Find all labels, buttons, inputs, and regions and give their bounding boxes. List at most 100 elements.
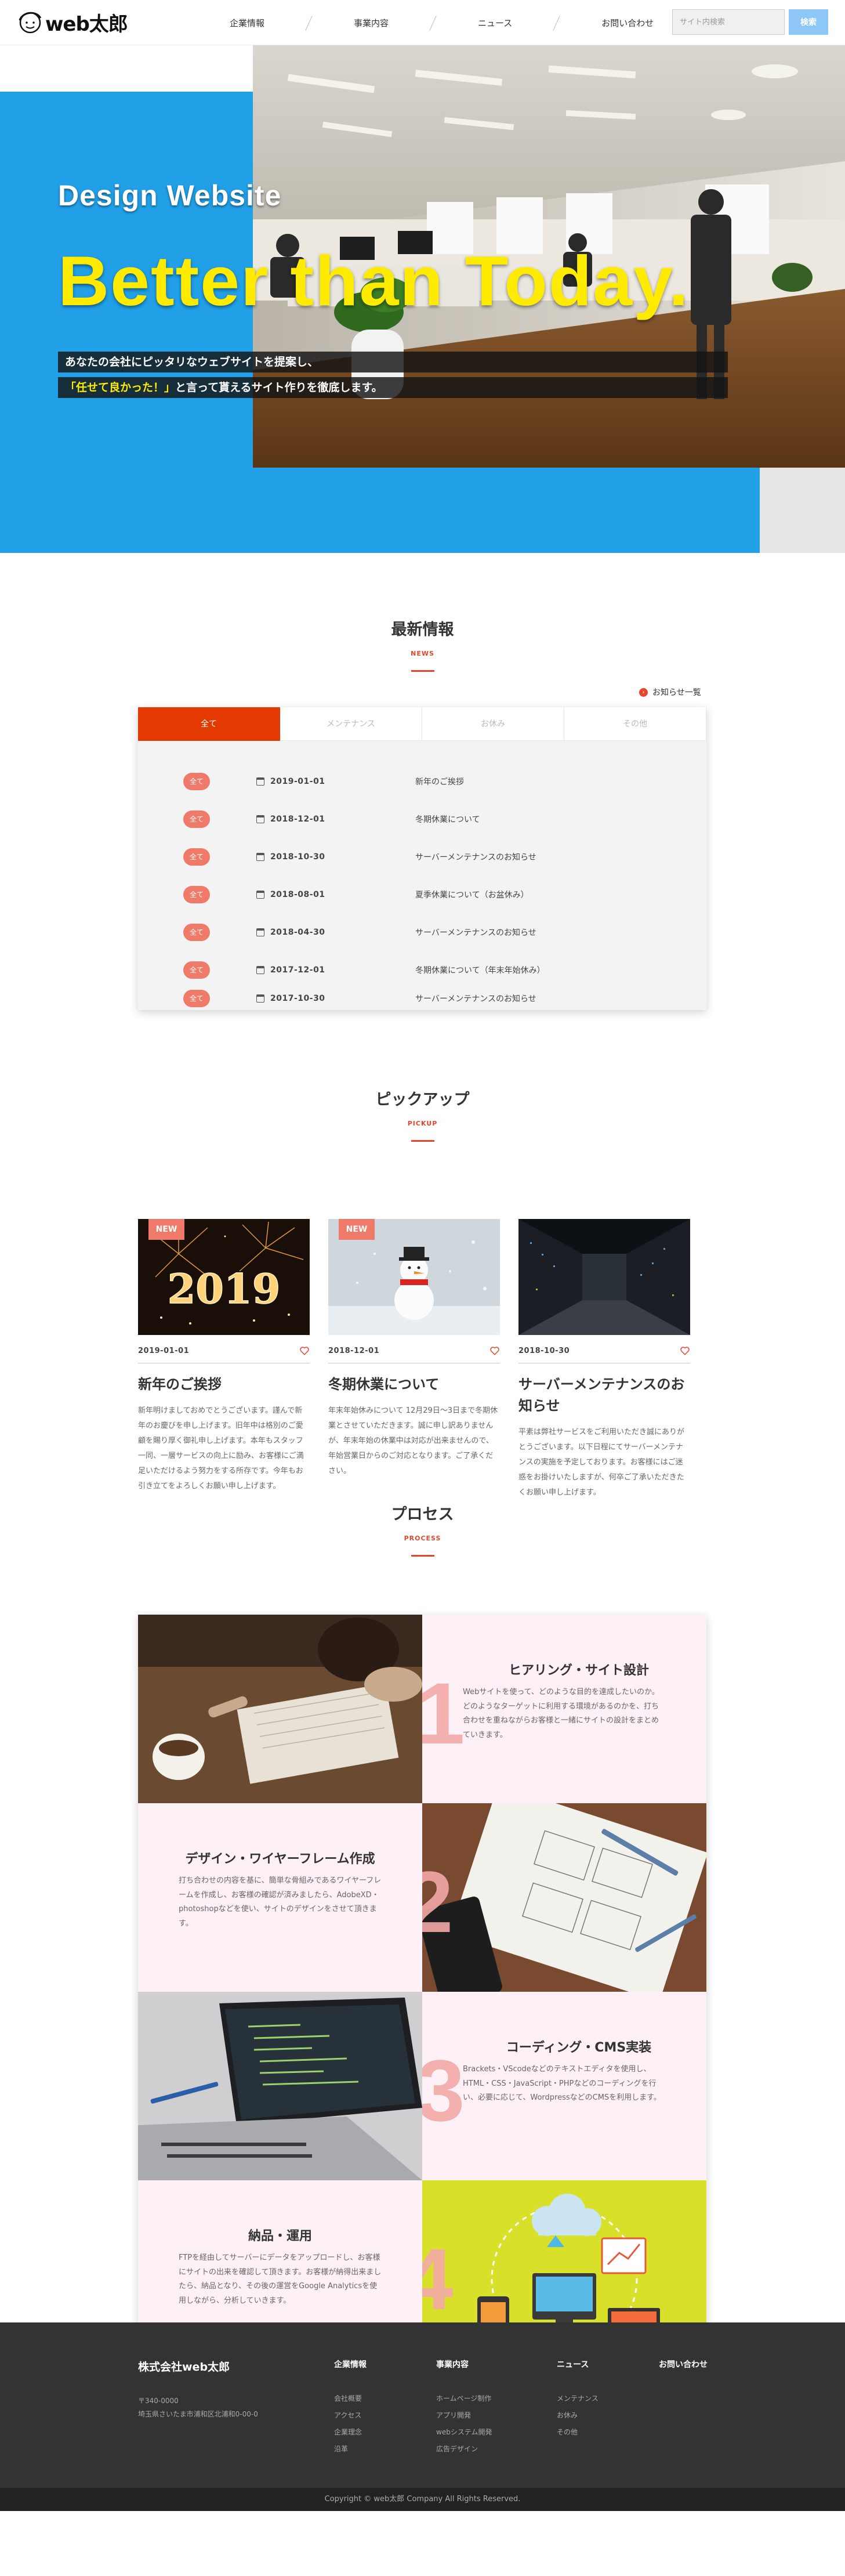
news-title: 最新情報 (391, 621, 454, 639)
footer-col-title[interactable]: ニュース (557, 2358, 599, 2370)
global-nav: 企業情報 事業内容 ニュース お問い合わせ (191, 0, 692, 45)
card-meta: 2019-01-01 (138, 1345, 310, 1356)
footer-col-title[interactable]: お問い合わせ (659, 2358, 708, 2370)
category-badge: 全て (183, 848, 210, 866)
news-item-title[interactable]: 新年のご挨拶 (415, 776, 464, 787)
footer-col-company: 企業情報 会社概要 アクセス 企業理念 沿革 (334, 2358, 367, 2454)
category-badge: 全て (183, 886, 210, 903)
footer-col-news: ニュース メンテナンス お休み その他 (557, 2358, 599, 2437)
nav-divider (303, 14, 315, 31)
calendar-icon (256, 966, 264, 974)
news-date: 2017-12-01 (270, 965, 325, 975)
news-item-title[interactable]: 冬期休業について（年末年始休み） (415, 964, 545, 976)
news-item[interactable]: 全て 2018-04-30 サーバーメンテナンスのお知らせ (138, 923, 706, 942)
laptop-code-photo (138, 1992, 422, 2180)
search-input[interactable] (672, 9, 785, 35)
calendar-icon (256, 928, 264, 936)
news-item-title[interactable]: サーバーメンテナンスのお知らせ (415, 993, 536, 1004)
footer-link[interactable]: アクセス (334, 2410, 367, 2420)
footer-col-contact: お問い合わせ (659, 2358, 708, 2370)
news-more-label: お知らせ一覧 (652, 688, 701, 697)
footer-link[interactable]: ホームページ制作 (436, 2393, 492, 2403)
hero-tagline-2: 「任せて良かった！」と言って貰えるサイト作りを徹底します。 (58, 377, 728, 398)
svg-text:2019: 2019 (168, 1265, 281, 1313)
server-room-image (518, 1219, 690, 1335)
tab-maintenance[interactable]: メンテナンス (280, 707, 422, 741)
footer-link[interactable]: 沿革 (334, 2444, 367, 2454)
step-text: Webサイトを使って、どのような目的を達成したいのか。どのようなターゲットに利用… (463, 1688, 659, 1740)
news-panel: 全て メンテナンス お休み その他 全て 2019-01-01 新年のご挨拶 全… (138, 707, 706, 1010)
card-title[interactable]: 冬期休業について (328, 1374, 500, 1395)
news-item[interactable]: 全て 2018-10-30 サーバーメンテナンスのお知らせ (138, 848, 706, 866)
footer-street: 埼玉県さいたま市浦和区北浦和0-00-0 (138, 2409, 258, 2418)
tab-holiday[interactable]: お休み (422, 707, 564, 741)
pickup-heading: ピックアップ PICKUP (0, 1087, 845, 1142)
category-badge: 全て (183, 961, 210, 979)
footer-link[interactable]: 企業理念 (334, 2427, 367, 2437)
news-item[interactable]: 全て 2018-12-01 冬期休業について (138, 810, 706, 828)
card-meta: 2018-12-01 (328, 1345, 500, 1356)
news-item[interactable]: 全て 2018-08-01 夏季休業について（お盆休み） (138, 885, 706, 904)
step-text: FTPを経由してサーバーにデータをアップロードし、お客様にサイトの出来を確認して… (179, 2253, 382, 2306)
news-date: 2019-01-01 (270, 777, 325, 786)
footer-address: 〒340-0000 埼玉県さいたま市浦和区北浦和0-00-0 (138, 2394, 258, 2421)
news-item-title[interactable]: 夏季休業について（お盆休み） (415, 889, 529, 900)
snowman-image: NEW (328, 1219, 500, 1335)
news-item-title[interactable]: サーバーメンテナンスのお知らせ (415, 851, 536, 863)
process-section: プロセス PROCESS 1 ヒアリング・サイト設計 Webサイトを使って、どの… (0, 1502, 845, 2369)
footer-link[interactable]: 会社概要 (334, 2393, 367, 2403)
news-date: 2018-12-01 (270, 815, 325, 824)
nav-company[interactable]: 企業情報 (191, 17, 303, 29)
tab-all[interactable]: 全て (138, 707, 280, 741)
news-subtitle: NEWS (411, 650, 434, 657)
search-button[interactable]: 検索 (789, 9, 828, 35)
pickup-underline (411, 1140, 434, 1142)
footer-link[interactable]: その他 (557, 2427, 599, 2437)
card-title[interactable]: サーバーメンテナンスのお知らせ (518, 1374, 690, 1417)
wireframe-notebook-photo: 2 (422, 1803, 706, 1992)
news-section: 最新情報 NEWS › お知らせ一覧 全て メンテナンス お休み その他 全て 2… (0, 553, 845, 1087)
footer-link[interactable]: 広告デザイン (436, 2444, 492, 2454)
card-date: 2019-01-01 (138, 1346, 190, 1355)
news-item[interactable]: 全て 2019-01-01 新年のご挨拶 (138, 772, 706, 791)
news-tabs: 全て メンテナンス お休み その他 (138, 707, 706, 741)
footer-postal: 〒340-0000 (138, 2397, 179, 2405)
card-title[interactable]: 新年のご挨拶 (138, 1374, 310, 1395)
nav-divider (550, 14, 563, 31)
step-title: ヒアリング・サイト設計 (508, 1663, 649, 1678)
news-item[interactable]: 全て 2017-10-30 サーバーメンテナンスのお知らせ (138, 989, 706, 1008)
calendar-icon (256, 853, 264, 861)
nav-divider (427, 14, 440, 31)
process-underline (411, 1555, 434, 1557)
meeting-photo (138, 1615, 422, 1803)
footer-link[interactable]: メンテナンス (557, 2393, 599, 2403)
news-date: 2018-08-01 (270, 890, 325, 899)
heart-icon[interactable] (299, 1345, 310, 1356)
news-more-link[interactable]: › お知らせ一覧 (639, 686, 701, 698)
footer-link[interactable]: お休み (557, 2410, 599, 2420)
news-date: 2017-10-30 (270, 994, 325, 1003)
heart-icon[interactable] (489, 1345, 500, 1356)
footer-company-name: 株式会社web太郎 (138, 2361, 230, 2374)
pickup-card[interactable]: 2019 NEW 2019-01-01 新年のご挨拶 新年明けましておめでとうご… (138, 1219, 310, 1494)
process-grid: 1 ヒアリング・サイト設計 Webサイトを使って、どのような目的を達成したいのか… (138, 1615, 706, 2369)
footer-link[interactable]: webシステム開発 (436, 2427, 492, 2437)
calendar-icon (256, 815, 264, 823)
news-item-title[interactable]: サーバーメンテナンスのお知らせ (415, 927, 536, 938)
tab-other[interactable]: その他 (564, 707, 706, 741)
news-item[interactable]: 全て 2017-12-01 冬期休業について（年末年始休み） (138, 961, 706, 979)
pickup-card[interactable]: 2018-10-30 サーバーメンテナンスのお知らせ 平素は弊社サービスをご利用… (518, 1219, 690, 1500)
news-item-title[interactable]: 冬期休業について (415, 813, 480, 825)
card-excerpt: 年末年始休みについて 12月29日〜3日まで冬期休業とさせていただきます。誠に申… (328, 1406, 498, 1476)
nav-business[interactable]: 事業内容 (315, 17, 427, 29)
heart-icon[interactable] (680, 1345, 690, 1356)
process-title: プロセス (391, 1506, 454, 1524)
card-date: 2018-10-30 (518, 1346, 570, 1355)
footer-col-title[interactable]: 企業情報 (334, 2358, 367, 2370)
site-logo[interactable]: web太郎 (16, 9, 128, 36)
news-date: 2018-10-30 (270, 852, 325, 862)
footer-col-title[interactable]: 事業内容 (436, 2358, 492, 2370)
pickup-card[interactable]: NEW 2018-12-01 冬期休業について 年末年始休みについて 12月29… (328, 1219, 500, 1479)
nav-news[interactable]: ニュース (440, 17, 550, 29)
footer-link[interactable]: アプリ開発 (436, 2410, 492, 2420)
